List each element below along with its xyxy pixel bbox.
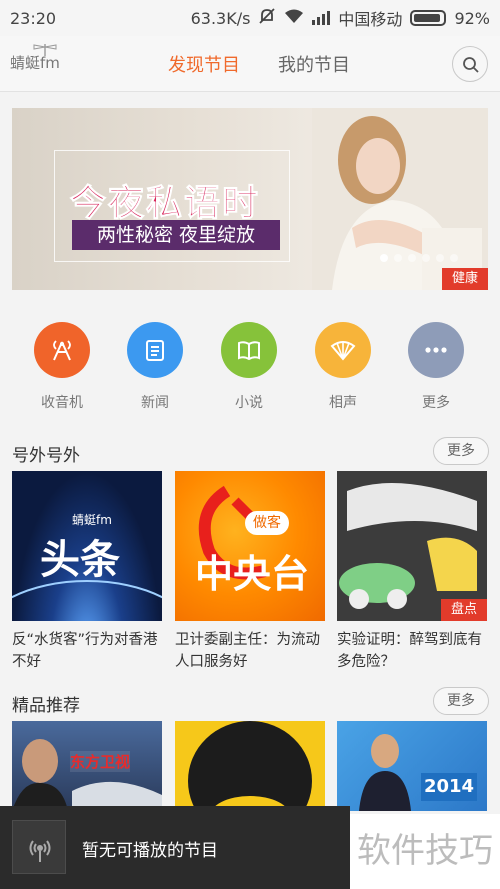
section-header-extra: 号外号外 更多 [0, 437, 500, 467]
program-title: 实验证明：醉驾到底有多危险？ [337, 632, 482, 670]
book-icon [238, 341, 260, 361]
category-news[interactable]: 新闻 [115, 322, 195, 412]
more-button[interactable]: 更多 [433, 687, 489, 715]
logo-text: 蜻蜓fm [10, 54, 60, 72]
carousel-dot[interactable] [380, 254, 388, 262]
thumb-title: 中央台 [195, 552, 310, 596]
category-label: 新闻 [141, 395, 169, 411]
carousel-dot[interactable] [450, 254, 458, 262]
program-thumbnail: 做客 中央台 [175, 471, 325, 621]
watermark: 软件技巧 [350, 814, 500, 889]
mini-player[interactable]: 暂无可播放的节目 [0, 806, 350, 889]
thumb-tag: 做客 [245, 511, 289, 535]
category-circle [127, 322, 183, 378]
status-time: 23:20 [10, 8, 57, 28]
mute-icon [258, 7, 276, 29]
net-speed: 63.3K/s [190, 8, 251, 28]
carousel-dots [380, 254, 458, 262]
carousel-dot[interactable] [408, 254, 416, 262]
status-bar: 23:20 63.3K/s 中国移动 92% [0, 0, 500, 36]
banner-title: 今夜私语时 [69, 183, 261, 225]
category-label: 更多 [422, 395, 450, 411]
category-label: 收音机 [41, 395, 83, 411]
category-circle [221, 322, 277, 378]
program-thumbnail: 东方卫视 [12, 721, 162, 811]
category-radio[interactable]: 收音机 [22, 322, 102, 412]
battery-level: 92% [454, 8, 490, 28]
thumb-title: 头条 [40, 537, 120, 583]
program-card[interactable]: 东方卫视 [12, 721, 162, 811]
signal-icon [312, 11, 331, 25]
app-bar: 蜻蜓fm 发现节目 我的节目 [0, 36, 500, 92]
section-title: 号外号外 [12, 446, 80, 466]
afro-cartoon-image [188, 721, 312, 811]
program-thumbnail: 2014 [337, 721, 487, 811]
program-badge: 盘点 [441, 599, 487, 621]
category-circle [315, 322, 371, 378]
section-header-featured: 精品推荐 更多 [0, 687, 500, 717]
search-icon [463, 57, 479, 73]
program-card[interactable]: 蜻蜓fm 头条 反“水货客”行为对香港不好 [12, 471, 162, 673]
banner-tag: 健康 [442, 268, 488, 290]
category-label: 相声 [329, 395, 357, 411]
category-novel[interactable]: 小说 [209, 322, 289, 412]
program-title: 反“水货客”行为对香港不好 [12, 632, 158, 670]
thumb-logo: 蜻蜓fm [72, 513, 112, 527]
program-card[interactable] [175, 721, 325, 811]
fan-icon [330, 341, 356, 361]
thumb-title: 东方卫视 [70, 751, 131, 772]
program-thumbnail: 蜻蜓fm 头条 [12, 471, 162, 621]
category-crosstalk[interactable]: 相声 [303, 322, 383, 412]
category-label: 小说 [235, 395, 263, 411]
more-button[interactable]: 更多 [433, 437, 489, 465]
program-thumbnail [175, 721, 325, 811]
program-title: 卫计委副主任：为流动人口服务好 [175, 632, 320, 670]
app-logo[interactable]: 蜻蜓fm [10, 44, 60, 73]
wifi-icon [284, 8, 304, 28]
category-row: 收音机 新闻 小说 相声 更多 [0, 322, 500, 412]
banner-photo [312, 108, 488, 290]
player-cover [12, 820, 66, 874]
banner-subtitle: 两性秘密 夜里绽放 [72, 220, 280, 250]
category-circle [34, 322, 90, 378]
program-card[interactable]: 做客 中央台 卫计委副主任：为流动人口服务好 [175, 471, 325, 673]
broadcast-icon [29, 840, 51, 862]
carousel-dot[interactable] [436, 254, 444, 262]
radio-icon [53, 340, 71, 361]
carousel-dot[interactable] [422, 254, 430, 262]
thumb-title: 2014 [421, 773, 477, 801]
tab-discover[interactable]: 发现节目 [168, 51, 240, 77]
program-card[interactable]: 盘点 实验证明：醉驾到底有多危险？ [337, 471, 487, 673]
category-circle [408, 322, 464, 378]
carousel-dot[interactable] [394, 254, 402, 262]
status-right: 63.3K/s 中国移动 92% [191, 6, 490, 30]
category-more[interactable]: 更多 [396, 322, 476, 412]
carrier-name: 中国移动 [338, 10, 403, 29]
player-status-text: 暂无可播放的节目 [82, 841, 218, 861]
program-card[interactable]: 2014 [337, 721, 487, 811]
banner-carousel[interactable]: 今夜私语时 两性秘密 夜里绽放 健康 [12, 108, 488, 290]
news-icon [146, 340, 164, 361]
tab-my-programs[interactable]: 我的节目 [278, 51, 350, 77]
program-thumbnail: 盘点 [337, 471, 487, 621]
battery-icon [410, 10, 447, 26]
section-title: 精品推荐 [12, 696, 80, 716]
more-icon [425, 347, 447, 353]
dragonfly-icon [33, 44, 57, 56]
search-button[interactable] [452, 46, 488, 82]
